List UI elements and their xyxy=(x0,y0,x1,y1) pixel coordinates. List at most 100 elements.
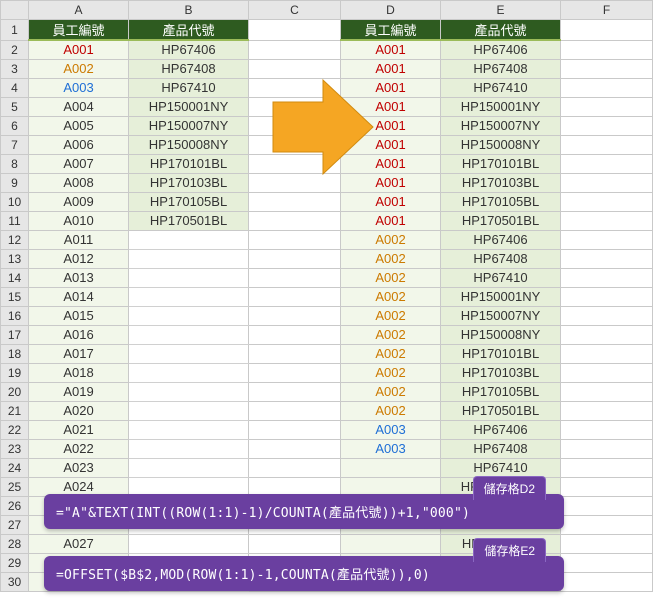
cell[interactable]: A001 xyxy=(341,40,441,59)
cell[interactable] xyxy=(129,287,249,306)
cell[interactable]: HP67406 xyxy=(129,40,249,59)
row-header[interactable]: 14 xyxy=(1,268,29,287)
row-header[interactable]: 6 xyxy=(1,116,29,135)
cell[interactable]: A002 xyxy=(341,344,441,363)
cell[interactable] xyxy=(561,401,653,420)
cell[interactable] xyxy=(561,211,653,230)
cell[interactable]: A027 xyxy=(29,534,129,553)
row-header[interactable]: 29 xyxy=(1,553,29,572)
cell[interactable] xyxy=(249,135,341,154)
cell[interactable]: HP67408 xyxy=(129,59,249,78)
cell[interactable] xyxy=(561,78,653,97)
cell[interactable]: HP170105BL xyxy=(441,382,561,401)
row-header[interactable]: 23 xyxy=(1,439,29,458)
cell[interactable]: A021 xyxy=(29,420,129,439)
cell[interactable]: A003 xyxy=(29,78,129,97)
cell[interactable]: HP67410 xyxy=(441,458,561,477)
cell[interactable]: A020 xyxy=(29,401,129,420)
cell[interactable] xyxy=(249,420,341,439)
cell[interactable]: A001 xyxy=(341,97,441,116)
cell[interactable]: A001 xyxy=(341,135,441,154)
cell[interactable]: A012 xyxy=(29,249,129,268)
row-header[interactable]: 11 xyxy=(1,211,29,230)
cell[interactable] xyxy=(249,458,341,477)
cell[interactable]: HP150001NY xyxy=(441,97,561,116)
cell[interactable]: A015 xyxy=(29,306,129,325)
col-header-D[interactable]: D xyxy=(341,1,441,20)
cell[interactable] xyxy=(561,116,653,135)
cell[interactable] xyxy=(561,325,653,344)
cell[interactable] xyxy=(249,439,341,458)
cell[interactable] xyxy=(129,325,249,344)
cell[interactable]: A016 xyxy=(29,325,129,344)
cell[interactable] xyxy=(129,420,249,439)
cell[interactable]: A002 xyxy=(341,268,441,287)
cell[interactable] xyxy=(249,230,341,249)
cell[interactable] xyxy=(561,553,653,572)
cell[interactable] xyxy=(561,230,653,249)
cell[interactable]: HP170101BL xyxy=(129,154,249,173)
cell[interactable]: HP67408 xyxy=(441,59,561,78)
cell[interactable]: HP150001NY xyxy=(441,287,561,306)
cell[interactable]: A017 xyxy=(29,344,129,363)
cell[interactable] xyxy=(129,439,249,458)
row-header[interactable]: 15 xyxy=(1,287,29,306)
row-header[interactable]: 16 xyxy=(1,306,29,325)
col-header-A[interactable]: A xyxy=(29,1,129,20)
cell[interactable]: A002 xyxy=(341,287,441,306)
cell[interactable] xyxy=(561,287,653,306)
cell[interactable]: A011 xyxy=(29,230,129,249)
cell[interactable] xyxy=(249,192,341,211)
cell[interactable]: A001 xyxy=(341,78,441,97)
cell[interactable]: HP150008NY xyxy=(441,135,561,154)
cell[interactable]: A002 xyxy=(341,401,441,420)
cell[interactable]: A001 xyxy=(341,154,441,173)
cell[interactable]: A018 xyxy=(29,363,129,382)
select-all-corner[interactable] xyxy=(1,1,29,20)
cell[interactable]: 產品代號 xyxy=(129,20,249,41)
cell[interactable] xyxy=(129,458,249,477)
cell[interactable] xyxy=(561,477,653,496)
row-header[interactable]: 25 xyxy=(1,477,29,496)
row-header[interactable]: 22 xyxy=(1,420,29,439)
cell[interactable] xyxy=(249,78,341,97)
cell[interactable] xyxy=(249,306,341,325)
cell[interactable]: HP170501BL xyxy=(129,211,249,230)
cell[interactable] xyxy=(561,268,653,287)
cell[interactable]: A003 xyxy=(341,420,441,439)
row-header[interactable]: 19 xyxy=(1,363,29,382)
cell[interactable] xyxy=(561,439,653,458)
cell[interactable]: A023 xyxy=(29,458,129,477)
cell[interactable] xyxy=(561,420,653,439)
cell[interactable] xyxy=(561,59,653,78)
cell[interactable] xyxy=(561,40,653,59)
cell[interactable] xyxy=(129,268,249,287)
cell[interactable] xyxy=(561,363,653,382)
cell[interactable]: A001 xyxy=(341,192,441,211)
cell[interactable] xyxy=(249,97,341,116)
cell[interactable]: A001 xyxy=(341,211,441,230)
cell[interactable] xyxy=(561,249,653,268)
cell[interactable]: HP67410 xyxy=(129,78,249,97)
cell[interactable] xyxy=(249,20,341,41)
cell[interactable]: A001 xyxy=(341,173,441,192)
cell[interactable]: HP150001NY xyxy=(129,97,249,116)
cell[interactable] xyxy=(249,40,341,59)
cell[interactable]: A009 xyxy=(29,192,129,211)
row-header[interactable]: 13 xyxy=(1,249,29,268)
cell[interactable]: A002 xyxy=(341,382,441,401)
cell[interactable]: HP150007NY xyxy=(441,116,561,135)
cell[interactable] xyxy=(249,211,341,230)
cell[interactable]: HP170103BL xyxy=(441,363,561,382)
cell[interactable]: A022 xyxy=(29,439,129,458)
cell[interactable]: HP67406 xyxy=(441,230,561,249)
col-header-B[interactable]: B xyxy=(129,1,249,20)
row-header[interactable]: 9 xyxy=(1,173,29,192)
cell[interactable] xyxy=(561,306,653,325)
row-header[interactable]: 28 xyxy=(1,534,29,553)
cell[interactable] xyxy=(561,135,653,154)
col-header-C[interactable]: C xyxy=(249,1,341,20)
cell[interactable] xyxy=(561,496,653,515)
cell[interactable]: HP170101BL xyxy=(441,344,561,363)
cell[interactable] xyxy=(249,382,341,401)
